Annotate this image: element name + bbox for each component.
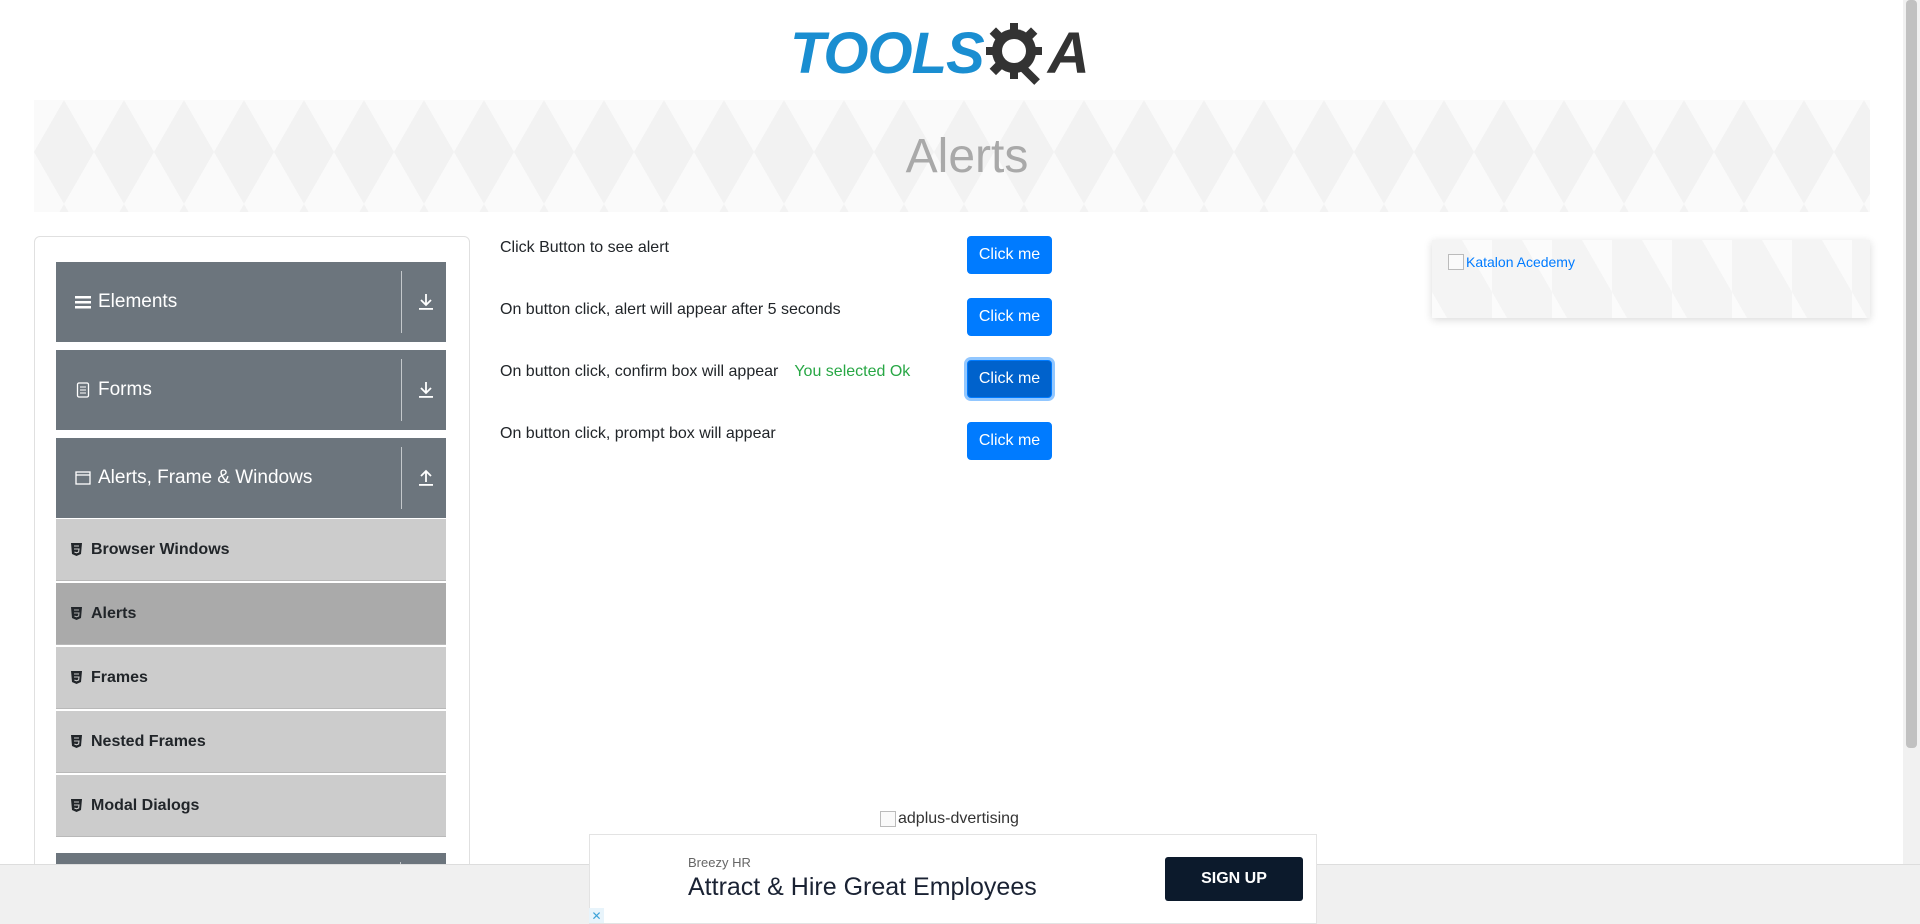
page-title: Alerts bbox=[905, 129, 1029, 183]
ad-headline: Attract & Hire Great Employees bbox=[688, 873, 1037, 901]
timer-alert-button[interactable]: Click me bbox=[967, 298, 1052, 336]
timer-alert-description: On button click, alert will appear after… bbox=[500, 301, 841, 318]
confirm-result: You selected Ok bbox=[794, 363, 911, 380]
sidebar-group-label: Alerts, Frame & Windows bbox=[98, 467, 313, 488]
alert-button[interactable]: Click me bbox=[967, 236, 1052, 274]
sidebar-item-label: Browser Windows bbox=[91, 540, 230, 558]
confirm-button[interactable]: Click me bbox=[967, 360, 1052, 398]
sidebar-item-modal-dialogs[interactable]: Modal Dialogs bbox=[56, 775, 446, 837]
gear-magnifier-icon bbox=[985, 23, 1042, 85]
document-icon bbox=[72, 382, 94, 398]
group-divider bbox=[401, 271, 402, 333]
adplus-image: adplus-dvertising bbox=[880, 810, 1019, 828]
katalon-ad-image[interactable]: Katalon Acedemy bbox=[1448, 254, 1575, 270]
html5-icon bbox=[71, 671, 83, 684]
logo-text-tools: TOOLS bbox=[790, 20, 985, 86]
sidebar-group-elements[interactable]: Elements bbox=[56, 262, 446, 342]
group-divider bbox=[401, 359, 402, 421]
katalon-ad-alt: Katalon Acedemy bbox=[1466, 254, 1575, 270]
broken-image-icon bbox=[880, 811, 896, 827]
sidebar-item-nested-frames[interactable]: Nested Frames bbox=[56, 711, 446, 773]
html5-icon bbox=[71, 543, 83, 556]
download-icon[interactable] bbox=[406, 293, 446, 311]
sign-up-button[interactable]: SIGN UP bbox=[1165, 857, 1303, 901]
close-icon[interactable]: ✕ bbox=[589, 908, 604, 923]
sidebar-group-label: Elements bbox=[98, 291, 178, 312]
logo-text-a: A bbox=[1047, 20, 1090, 86]
sidebar-item-label: Alerts bbox=[91, 604, 137, 622]
sidebar-item-alerts[interactable]: Alerts bbox=[56, 583, 446, 645]
window-icon bbox=[72, 471, 94, 485]
katalon-ad[interactable]: Katalon Acedemy bbox=[1432, 240, 1870, 318]
download-icon[interactable] bbox=[406, 381, 446, 399]
hamburger-icon bbox=[72, 294, 94, 310]
html5-icon bbox=[71, 607, 83, 620]
sidebar-item-label: Nested Frames bbox=[91, 732, 206, 750]
ad-brand: Breezy HR bbox=[688, 855, 751, 870]
upload-icon[interactable] bbox=[406, 469, 446, 487]
sidebar-item-frames[interactable]: Frames bbox=[56, 647, 446, 709]
sidebar-item-label: Modal Dialogs bbox=[91, 796, 200, 814]
prompt-description: On button click, prompt box will appear bbox=[500, 425, 776, 442]
html5-icon bbox=[71, 799, 83, 812]
bottom-ad-banner[interactable]: Breezy HR Attract & Hire Great Employees… bbox=[589, 834, 1317, 924]
group-divider bbox=[401, 447, 402, 509]
html5-icon bbox=[71, 735, 83, 748]
alert-description: Click Button to see alert bbox=[500, 239, 669, 256]
page-banner: Alerts bbox=[34, 100, 1870, 212]
scrollbar[interactable] bbox=[1903, 0, 1920, 864]
prompt-button[interactable]: Click me bbox=[967, 422, 1052, 460]
sidebar-group-label: Forms bbox=[98, 379, 152, 400]
sidebar-group-alerts-frame-windows[interactable]: Alerts, Frame & Windows bbox=[56, 438, 446, 518]
sidebar-group-forms[interactable]: Forms bbox=[56, 350, 446, 430]
sidebar: Elements Forms Alerts, Frame & Windows B… bbox=[34, 236, 470, 924]
sidebar-item-label: Frames bbox=[91, 668, 148, 686]
broken-image-icon bbox=[1448, 254, 1464, 270]
toolsqa-logo[interactable]: TOOLS A bbox=[790, 14, 1090, 92]
sidebar-item-browser-windows[interactable]: Browser Windows bbox=[56, 519, 446, 581]
confirm-description: On button click, confirm box will appear bbox=[500, 363, 779, 380]
adplus-alt: adplus-dvertising bbox=[898, 810, 1019, 827]
scrollbar-thumb[interactable] bbox=[1906, 0, 1917, 748]
page: TOOLS A Alerts Elements Forms Alerts, Fr… bbox=[0, 0, 1920, 924]
